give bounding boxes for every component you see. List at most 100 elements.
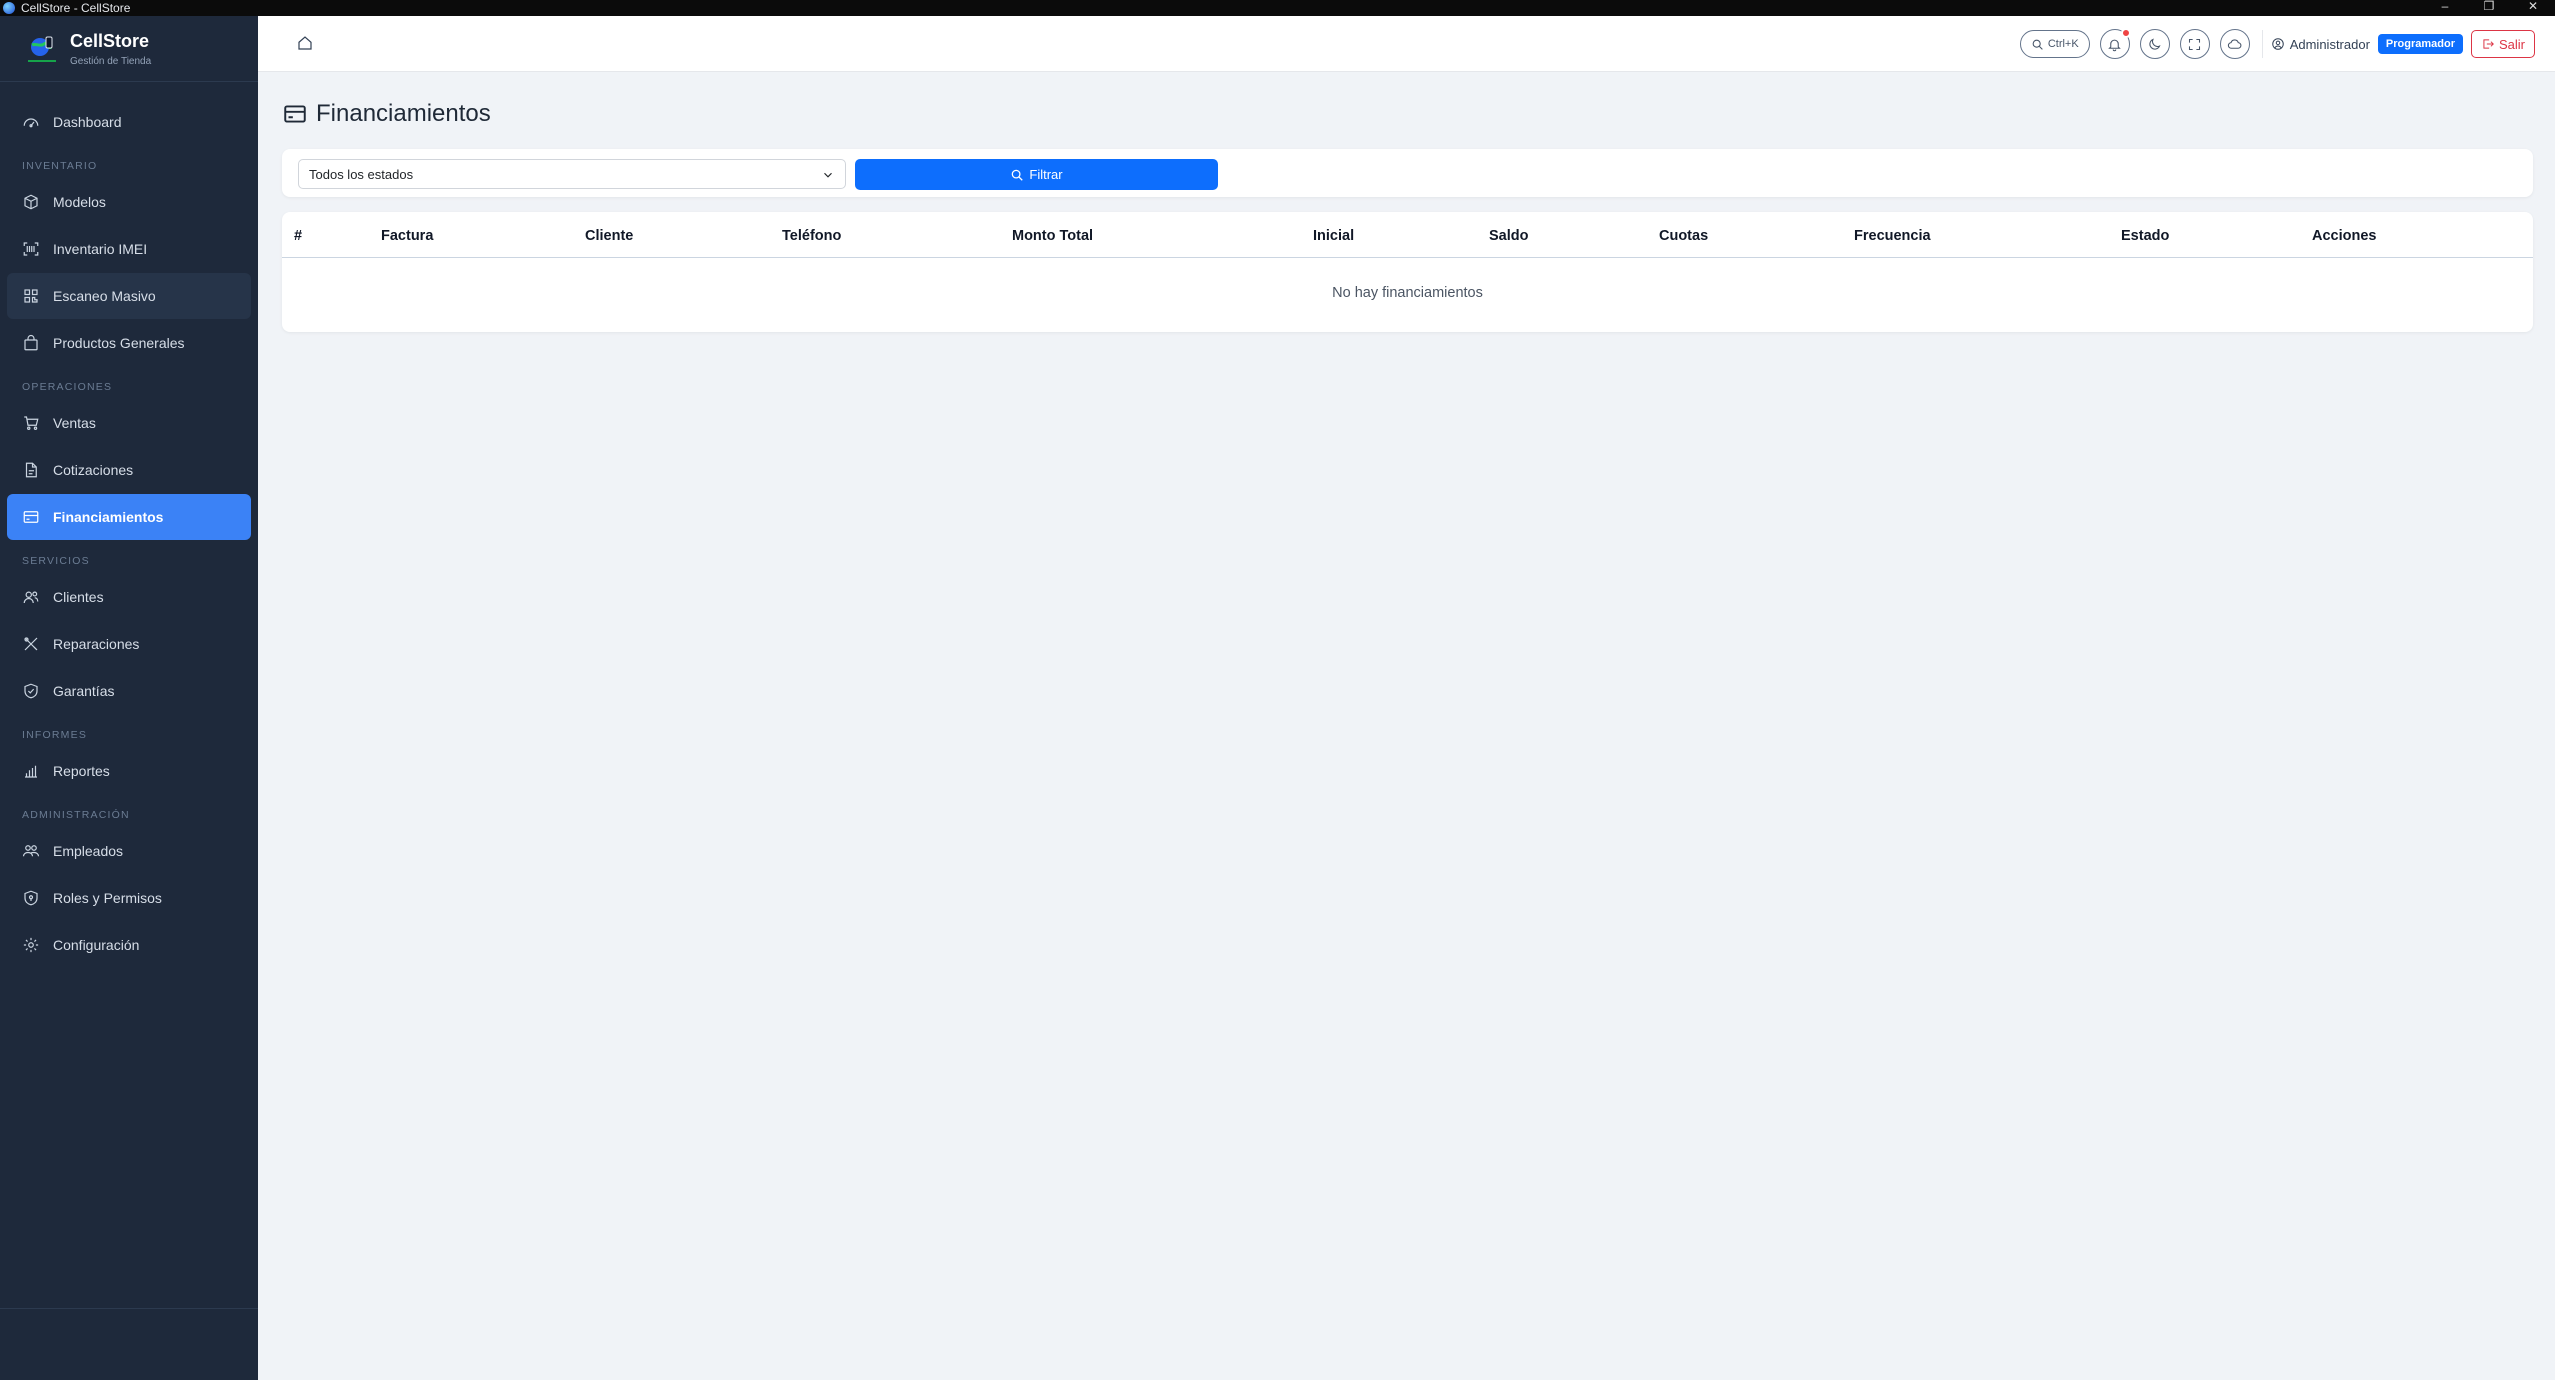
sidebar-item-label: Modelos	[53, 194, 106, 210]
fullscreen-icon	[2189, 38, 2201, 50]
sidebar-item-garantias[interactable]: Garantías	[7, 668, 251, 714]
app-icon	[3, 2, 15, 14]
theme-toggle-button[interactable]	[2139, 29, 2170, 59]
sidebar-item-label: Productos Generales	[53, 335, 185, 351]
maximize-button[interactable]: ❐	[2467, 0, 2511, 16]
sidebar-item-label: Inventario IMEI	[53, 241, 148, 257]
logout-button[interactable]: Salir	[2470, 30, 2535, 58]
sidebar-item-label: Configuración	[53, 937, 140, 953]
sidebar-item-configuracion[interactable]: Configuración	[7, 922, 251, 968]
notifications-button[interactable]	[2099, 28, 2131, 59]
column-header-inicial[interactable]: Inicial	[1313, 228, 1354, 244]
page-title: Financiamientos	[282, 100, 491, 128]
cloud-icon	[2228, 38, 2242, 49]
dashboard-icon	[21, 112, 41, 132]
search-shortcut-button[interactable]: Ctrl+K	[2019, 30, 2090, 58]
column-header-acciones[interactable]: Acciones	[2312, 228, 2376, 244]
sidebar-item-ventas[interactable]: Ventas	[7, 400, 251, 446]
chevron-down-icon	[824, 172, 832, 178]
sidebar-footer	[0, 1308, 258, 1380]
bell-icon	[2108, 39, 2121, 51]
section-label-inventario: INVENTARIO	[22, 160, 98, 172]
shield-check-icon	[21, 681, 41, 701]
home-icon[interactable]	[296, 34, 316, 54]
column-header-monto-total[interactable]: Monto Total	[1012, 228, 1093, 244]
sidebar-item-label: Empleados	[53, 843, 124, 859]
search-shortcut-label: Ctrl+K	[2047, 38, 2079, 50]
window-title: CellStore - CellStore	[21, 1, 131, 15]
brand-logo-icon	[28, 36, 56, 62]
tools-icon	[21, 634, 41, 654]
filter-button-label: Filtrar	[1029, 167, 1063, 182]
users-icon	[21, 587, 41, 607]
search-icon	[1012, 169, 1024, 181]
people-icon	[21, 841, 41, 861]
logout-icon	[2483, 39, 2494, 49]
close-window-button[interactable]: ✕	[2511, 0, 2555, 16]
sidebar: CellStore Gestión de Tienda Dashboard IN…	[0, 16, 258, 1380]
sidebar-item-productos-generales[interactable]: Productos Generales	[7, 320, 251, 366]
cloud-sync-button[interactable]	[2219, 29, 2250, 59]
bag-icon	[21, 333, 41, 353]
sidebar-item-inventario-imei[interactable]: Inventario IMEI	[7, 226, 251, 272]
sidebar-item-label: Clientes	[53, 589, 104, 605]
column-header-estado[interactable]: Estado	[2121, 228, 2169, 244]
qr-scan-icon	[21, 286, 41, 306]
user-menu[interactable]: Administrador	[2271, 37, 2370, 52]
filter-button[interactable]: Filtrar	[855, 159, 1218, 190]
sidebar-item-escaneo-masivo[interactable]: Escaneo Masivo	[7, 273, 251, 319]
brand[interactable]: CellStore Gestión de Tienda	[0, 16, 258, 82]
brand-name: CellStore	[70, 30, 150, 51]
box-icon	[21, 192, 41, 212]
empty-state-message: No hay financiamientos	[1332, 285, 1483, 301]
sidebar-item-label: Escaneo Masivo	[53, 288, 156, 304]
column-header-saldo[interactable]: Saldo	[1489, 228, 1528, 244]
sidebar-item-financiamientos[interactable]: Financiamientos	[7, 494, 251, 540]
sidebar-item-reparaciones[interactable]: Reparaciones	[7, 621, 251, 667]
section-label-servicios: SERVICIOS	[22, 555, 90, 567]
column-header-frecuencia[interactable]: Frecuencia	[1854, 228, 1931, 244]
section-label-administracion: ADMINISTRACIÓN	[22, 809, 130, 821]
filter-card: Todos los estados Filtrar	[282, 149, 2533, 197]
sidebar-item-label: Garantías	[53, 683, 115, 699]
search-icon	[2032, 39, 2043, 50]
column-header-factura[interactable]: Factura	[381, 228, 433, 244]
bar-chart-icon	[21, 761, 41, 781]
os-titlebar: CellStore - CellStore – ❐ ✕	[0, 0, 2555, 16]
table-header: # Factura Cliente Teléfono Monto Total I…	[282, 212, 2533, 258]
moon-icon	[2149, 37, 2161, 50]
sidebar-item-label: Reportes	[53, 763, 110, 779]
section-label-informes: INFORMES	[22, 729, 88, 741]
sidebar-item-dashboard[interactable]: Dashboard	[7, 99, 251, 145]
sidebar-item-roles-permisos[interactable]: Roles y Permisos	[7, 875, 251, 921]
column-header-cliente[interactable]: Cliente	[585, 228, 633, 244]
shield-lock-icon	[21, 888, 41, 908]
column-header-number[interactable]: #	[294, 228, 302, 244]
credit-card-icon	[21, 507, 41, 527]
sidebar-item-modelos[interactable]: Modelos	[7, 179, 251, 225]
page-title-text: Financiamientos	[316, 100, 491, 127]
sidebar-item-label: Cotizaciones	[53, 462, 134, 478]
divider	[2261, 30, 2263, 58]
sidebar-item-label: Financiamientos	[53, 509, 164, 525]
column-header-cuotas[interactable]: Cuotas	[1659, 228, 1708, 244]
sidebar-item-empleados[interactable]: Empleados	[7, 828, 251, 874]
topbar-actions: Ctrl+K Administrador Programador Salir	[2019, 28, 2535, 59]
column-header-telefono[interactable]: Teléfono	[782, 228, 841, 244]
sidebar-item-clientes[interactable]: Clientes	[7, 574, 251, 620]
sidebar-nav: Dashboard INVENTARIO Modelos Inventario …	[0, 82, 258, 968]
gear-icon	[21, 935, 41, 955]
status-select[interactable]: Todos los estados	[298, 159, 846, 189]
fullscreen-button[interactable]	[2179, 29, 2210, 59]
minimize-button[interactable]: –	[2423, 0, 2467, 16]
sidebar-item-cotizaciones[interactable]: Cotizaciones	[7, 447, 251, 493]
scan-icon	[21, 239, 41, 259]
role-badge: Programador	[2377, 34, 2463, 54]
sidebar-item-reportes[interactable]: Reportes	[7, 748, 251, 794]
main-content: Financiamientos Todos los estados Filtra…	[258, 72, 2555, 1380]
window-controls: – ❐ ✕	[2423, 0, 2555, 16]
sidebar-item-label: Ventas	[53, 415, 96, 431]
brand-subtitle: Gestión de Tienda	[70, 55, 152, 67]
financing-table: # Factura Cliente Teléfono Monto Total I…	[282, 212, 2533, 332]
sidebar-item-label: Reparaciones	[53, 636, 140, 652]
